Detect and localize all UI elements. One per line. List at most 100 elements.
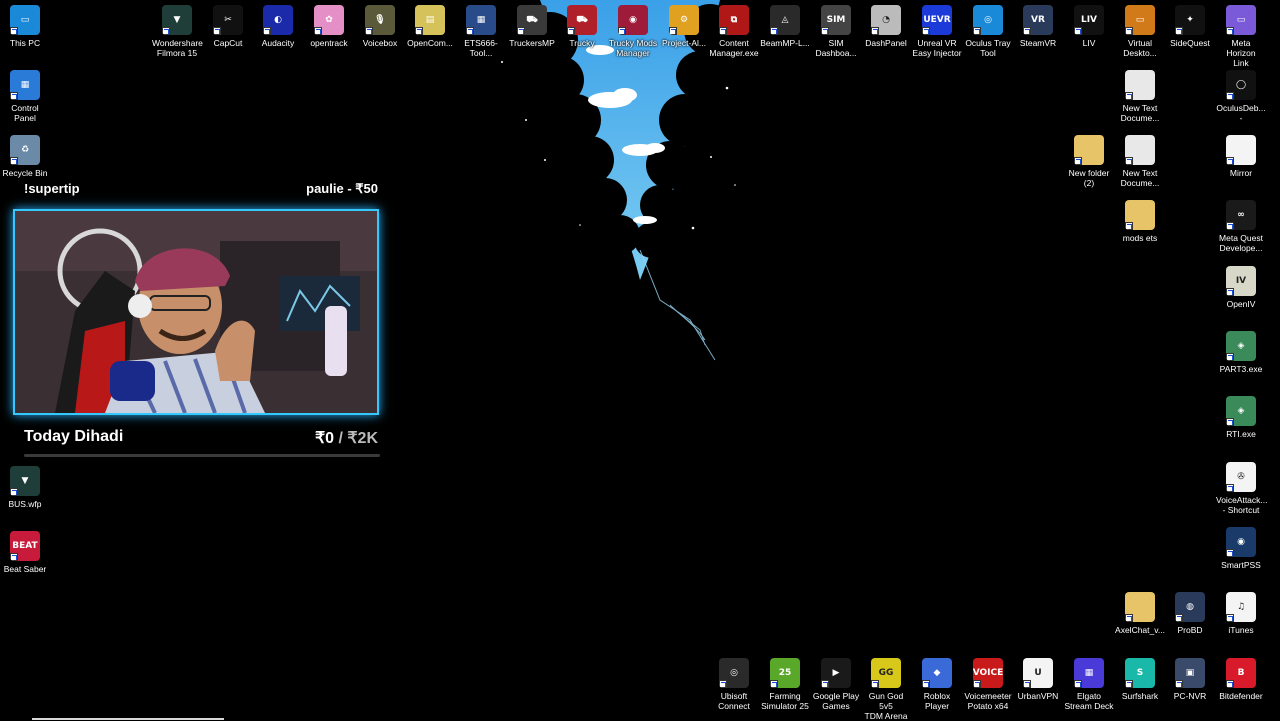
trucky-shortcut[interactable]: ⛟ Trucky — [557, 5, 607, 48]
sim-dashboard-shortcut[interactable]: SIM SIM Dashboa... — [811, 5, 861, 58]
virtual-desktop-shortcut[interactable]: ▭ Virtual Deskto... — [1115, 5, 1165, 58]
truckersmp-shortcut[interactable]: ⛟ TruckersMP — [507, 5, 557, 48]
pc-nvr-shortcut[interactable]: ▣ PC-NVR — [1165, 658, 1215, 701]
probd-shortcut[interactable]: ◍ ProBD — [1165, 592, 1215, 635]
shortcut-arrow-icon — [213, 27, 221, 35]
voicemeeter-shortcut[interactable]: VOICE Voicemeeter Potato x64 — [963, 658, 1013, 711]
shortcut-label: Surfshark — [1121, 691, 1159, 701]
content-manager-shortcut[interactable]: ⧉ Content Manager.exe — [709, 5, 759, 58]
shortcut-arrow-icon — [973, 27, 981, 35]
unreal-vr-injector-shortcut[interactable]: UEVR Unreal VR Easy Injector — [912, 5, 962, 58]
meta-horizon-link-shortcut[interactable]: ▭ Meta Horizon Link — [1216, 5, 1266, 68]
shortcut-arrow-icon — [973, 680, 981, 688]
shortcut-label: Beat Saber — [3, 564, 47, 574]
shortcut-label: Ubisoft Connect — [718, 691, 750, 711]
shortcut-label: Recycle Bin — [2, 168, 48, 178]
oculus-tray-tool-shortcut[interactable]: ◎ Oculus Tray Tool — [963, 5, 1013, 58]
shortcut-arrow-icon — [517, 27, 525, 35]
recycle-bin-shortcut[interactable]: ♻ Recycle Bin — [0, 135, 50, 178]
itunes-icon: ♫ — [1226, 592, 1256, 622]
part3-exe-shortcut[interactable]: ◈ PART3.exe — [1216, 331, 1266, 374]
opentrack-shortcut[interactable]: ✿ opentrack — [304, 5, 354, 48]
shortcut-label: OpenIV — [1226, 299, 1256, 309]
beat-saber-shortcut[interactable]: BEAT Beat Saber — [0, 531, 50, 574]
shortcut-label: SteamVR — [1019, 38, 1057, 48]
mods-ets-folder-shortcut[interactable]: mods ets — [1115, 200, 1165, 243]
shortcut-arrow-icon — [618, 27, 626, 35]
shortcut-arrow-icon — [1175, 27, 1183, 35]
shortcut-label: Voicemeeter Potato x64 — [964, 691, 1012, 711]
mirror-icon — [1226, 135, 1256, 165]
shortcut-label: BUS.wfp — [8, 499, 42, 509]
steamvr-icon: VR — [1023, 5, 1053, 35]
elgato-stream-deck-shortcut[interactable]: ▦ Elgato Stream Deck — [1064, 658, 1114, 711]
voiceattack-icon: ✇ — [1226, 462, 1256, 492]
opencomposite-shortcut[interactable]: ▤ OpenCom... — [405, 5, 455, 48]
shortcut-arrow-icon — [922, 680, 930, 688]
trucky-mods-manager-shortcut[interactable]: ◉ Trucky Mods Manager — [608, 5, 658, 58]
steamvr-shortcut[interactable]: VR SteamVR — [1013, 5, 1063, 48]
roblox-player-shortcut[interactable]: ◆ Roblox Player — [912, 658, 962, 711]
farming-simulator-25-shortcut[interactable]: 25 Farming Simulator 25 — [760, 658, 810, 711]
itunes-shortcut[interactable]: ♫ iTunes — [1216, 592, 1266, 635]
shortcut-label: Elgato Stream Deck — [1064, 691, 1114, 711]
smartpss-icon: ◉ — [1226, 527, 1256, 557]
shortcut-label: Bitdefender — [1219, 691, 1263, 701]
capcut-shortcut[interactable]: ✂ CapCut — [203, 5, 253, 48]
axelchat-shortcut[interactable]: AxelChat_v... — [1115, 592, 1165, 635]
shortcut-label: PART3.exe — [1219, 364, 1263, 374]
meta-quest-developer-shortcut[interactable]: ∞ Meta Quest Develope... — [1216, 200, 1266, 253]
rti-exe-shortcut[interactable]: ◈ RTI.exe — [1216, 396, 1266, 439]
gun-god-shortcut[interactable]: GG Gun God 5v5 TDM Arena — [861, 658, 911, 721]
new-text-document-shortcut[interactable]: New Text Docume... — [1115, 70, 1165, 123]
urbanvpn-shortcut[interactable]: U UrbanVPN — [1013, 658, 1063, 701]
bus-wfp-shortcut[interactable]: ▼ BUS.wfp — [0, 466, 50, 509]
shortcut-arrow-icon — [770, 680, 778, 688]
liv-shortcut[interactable]: LIV LIV — [1064, 5, 1114, 48]
ets666-tool-shortcut[interactable]: ▦ ETS666-Tool... — [456, 5, 506, 58]
google-play-games-shortcut[interactable]: ▶ Google Play Games — [811, 658, 861, 711]
shortcut-arrow-icon — [1226, 353, 1234, 361]
shortcut-arrow-icon — [415, 27, 423, 35]
trucky-icon: ⛟ — [567, 5, 597, 35]
ubisoft-connect-shortcut[interactable]: ◎ Ubisoft Connect — [709, 658, 759, 711]
shortcut-label: Meta Horizon Link — [1226, 38, 1256, 68]
shortcut-label: Wondershare Filmora 15 — [152, 38, 203, 58]
mirror-shortcut[interactable]: Mirror — [1216, 135, 1266, 178]
sidequest-shortcut[interactable]: ✦ SideQuest — [1165, 5, 1215, 48]
beammp-launcher-shortcut[interactable]: ◬ BeamMP-L... — [760, 5, 810, 48]
oculus-debug-tool-shortcut[interactable]: ◯ OculusDeb... - — [1216, 70, 1266, 123]
shortcut-arrow-icon — [567, 27, 575, 35]
voiceattack-shortcut[interactable]: ✇ VoiceAttack... - Shortcut — [1216, 462, 1268, 515]
project-alpha-icon: ⚙ — [669, 5, 699, 35]
new-folder-2-shortcut[interactable]: New folder (2) — [1064, 135, 1114, 188]
shortcut-label: opentrack — [310, 38, 348, 48]
dashpanel-shortcut[interactable]: ◔ DashPanel — [861, 5, 911, 48]
this-pc-shortcut[interactable]: ▭ This PC — [0, 5, 50, 48]
shortcut-arrow-icon — [770, 27, 778, 35]
openiv-shortcut[interactable]: IV OpenIV — [1216, 266, 1266, 309]
webcam-image — [15, 211, 377, 413]
voicebox-shortcut[interactable]: 🎙 Voicebox — [355, 5, 405, 48]
shortcut-arrow-icon — [1226, 157, 1234, 165]
surfshark-shortcut[interactable]: S Surfshark — [1115, 658, 1165, 701]
sim-dashboard-icon: SIM — [821, 5, 851, 35]
shortcut-label: AxelChat_v... — [1115, 625, 1165, 635]
shortcut-arrow-icon — [821, 27, 829, 35]
audacity-icon: ◐ — [263, 5, 293, 35]
control-panel-shortcut[interactable]: ▦ Control Panel — [0, 70, 50, 123]
bitdefender-icon: B — [1226, 658, 1256, 688]
farming-simulator-25-icon: 25 — [770, 658, 800, 688]
shortcut-arrow-icon — [719, 680, 727, 688]
roblox-player-icon: ◆ — [922, 658, 952, 688]
stream-tip-bar: !supertip paulie - ₹50 — [10, 178, 382, 200]
trucky-mods-manager-icon: ◉ — [618, 5, 648, 35]
new-text-document-2-shortcut[interactable]: New Text Docume... — [1115, 135, 1165, 188]
wondershare-filmora-shortcut[interactable]: ▼ Wondershare Filmora 15 — [152, 5, 203, 58]
shortcut-arrow-icon — [669, 27, 677, 35]
recycle-bin-icon: ♻ — [10, 135, 40, 165]
project-alpha-shortcut[interactable]: ⚙ Project-Al... — [659, 5, 709, 48]
audacity-shortcut[interactable]: ◐ Audacity — [253, 5, 303, 48]
smartpss-shortcut[interactable]: ◉ SmartPSS — [1216, 527, 1266, 570]
bitdefender-shortcut[interactable]: B Bitdefender — [1216, 658, 1266, 701]
